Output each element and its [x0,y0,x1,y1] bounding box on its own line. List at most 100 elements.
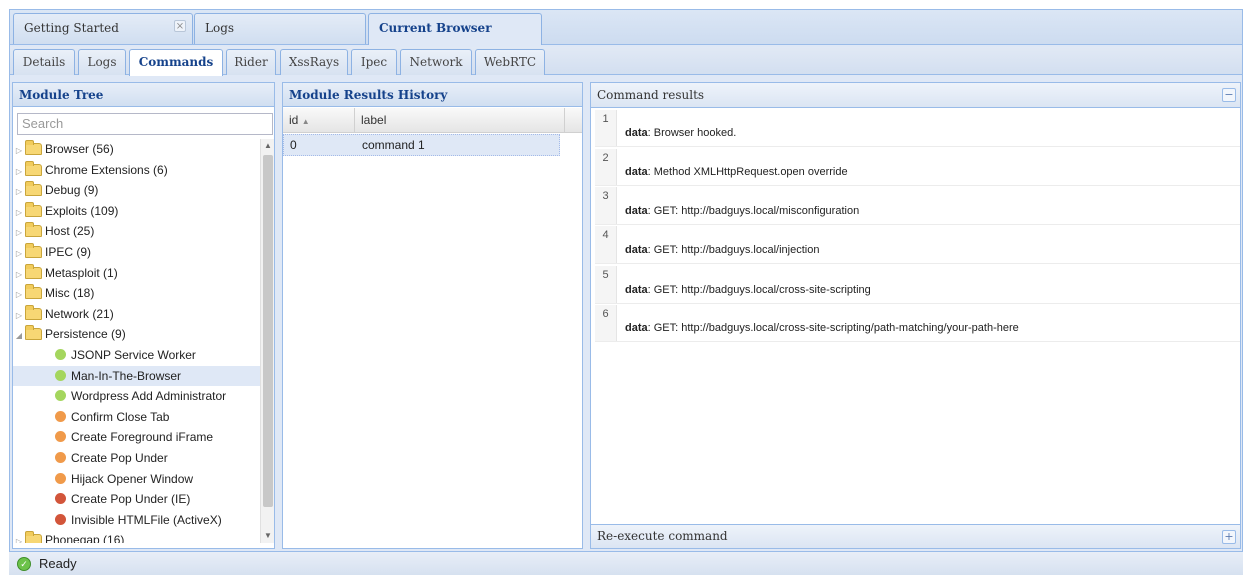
tree-folder[interactable]: ▷ Metasploit (1) [13,263,261,284]
collapsed-arrow-icon[interactable]: ▷ [13,203,25,223]
folder-label: IPEC (9) [45,244,92,259]
tree-folder[interactable]: ▷ Host (25) [13,221,261,242]
tree-folder[interactable]: ▷ Network (21) [13,304,261,325]
tab-rider[interactable]: Rider [226,49,276,75]
status-dot-icon [55,431,66,443]
tree-folder[interactable]: ▷ Phonegap (16) [13,530,261,543]
expand-icon[interactable]: + [1222,530,1236,544]
col-label-header[interactable]: label [355,108,565,133]
result-value: Browser hooked. [653,127,737,139]
status-dot-icon [55,348,66,360]
folder-label: Phonegap (16) [45,533,125,543]
tab-ipec[interactable]: Ipec [351,49,397,75]
module-label: Create Pop Under [71,450,168,465]
result-text: data: Browser hooked. [625,127,737,139]
status-dot-icon [55,513,66,525]
collapse-icon[interactable]: − [1222,88,1236,102]
result-text: data: GET: http://badguys.local/cross-si… [625,284,871,296]
module-tree-panel: Module Tree Search ▷ Browser (56) ▷ Chrome … [12,82,275,549]
module-item[interactable]: Wordpress Add Administrator [13,386,261,407]
result-row: 4 data: GET: http://badguys.local/injecti… [595,226,1240,264]
sub-tab-strip: Details Logs Commands Rider XssRays Ipec… [10,47,1242,76]
history-grid-header: id ▲ label [283,108,582,133]
result-row: 6 data: GET: http://badguys.local/cross-s… [595,305,1240,342]
tab-label: Logs [205,21,235,35]
module-item[interactable]: JSONP Service Worker [13,345,261,366]
reexecute-label: Re-execute command [597,529,728,543]
status-dot-icon [55,410,66,422]
module-item[interactable]: Hijack Opener Window [13,469,261,490]
tree-folder[interactable]: ▷ IPEC (9) [13,242,261,263]
result-row: 3 data: GET: http://badguys.local/misconf… [595,187,1240,225]
tab-getting-started[interactable]: Getting Started × [13,13,193,44]
reexecute-bar[interactable]: Re-execute command + [591,524,1240,548]
module-label: JSONP Service Worker [71,347,196,362]
collapsed-arrow-icon[interactable]: ▷ [13,182,25,202]
collapsed-arrow-icon[interactable]: ▷ [13,306,25,326]
close-icon[interactable]: × [174,20,186,32]
module-item[interactable]: Confirm Close Tab [13,407,261,428]
search-input[interactable]: Search [17,113,273,135]
col-id-header[interactable]: id ▲ [283,108,355,133]
scroll-up-icon[interactable]: ▲ [261,139,274,153]
tree-folder[interactable]: ▷ Browser (56) [13,139,261,160]
status-bar: ✓ Ready [9,551,1243,575]
folder-label: Metasploit (1) [45,265,118,280]
tree-scrollbar[interactable]: ▲ ▼ [260,139,274,543]
tab-current-browser[interactable]: Current Browser [368,13,542,45]
tab-webrtc[interactable]: WebRTC [475,49,545,75]
collapsed-arrow-icon[interactable]: ▷ [13,223,25,243]
result-text: data: GET: http://badguys.local/misconfi… [625,205,860,217]
history-title: Module Results History [283,83,582,107]
collapsed-arrow-icon[interactable]: ▷ [13,162,25,182]
tree-folder[interactable]: ▷ Chrome Extensions (6) [13,160,261,181]
tree-folder[interactable]: ▷ Misc (18) [13,283,261,304]
module-label: Hijack Opener Window [71,471,194,486]
module-item[interactable]: Create Pop Under [13,448,261,469]
tab-logs[interactable]: Logs [78,49,126,75]
tab-xssrays[interactable]: XssRays [280,49,348,75]
tree-folder[interactable]: ◢ Persistence (9) [13,324,261,345]
result-text: data: Method XMLHttpRequest.open overrid… [625,166,848,178]
result-value: GET: http://badguys.local/injection [653,244,820,256]
result-key: data [625,166,648,178]
collapsed-arrow-icon[interactable]: ▷ [13,141,25,161]
collapsed-arrow-icon[interactable]: ▷ [13,265,25,285]
collapsed-arrow-icon[interactable]: ▷ [13,244,25,264]
folder-icon [25,242,42,258]
tab-details[interactable]: Details [13,49,75,75]
command-results-title: Command results [597,88,705,102]
folder-label: Debug (9) [45,183,99,198]
collapsed-arrow-icon[interactable]: ▷ [13,532,25,543]
module-item[interactable]: Create Foreground iFrame [13,427,261,448]
module-item[interactable]: Invisible HTMLFile (ActiveX) [13,510,261,531]
folder-icon [25,531,42,543]
scroll-down-icon[interactable]: ▼ [261,529,274,543]
tab-commands[interactable]: Commands [129,49,223,76]
tree-folder[interactable]: ▷ Exploits (109) [13,201,261,222]
folder-label: Chrome Extensions (6) [45,162,168,177]
tree-folder[interactable]: ▷ Debug (9) [13,180,261,201]
scroll-thumb[interactable] [263,155,273,507]
collapsed-arrow-icon[interactable]: ▷ [13,285,25,305]
folder-icon [25,181,42,197]
folder-icon [25,263,42,279]
table-row[interactable]: 0 command 1 [283,134,560,156]
tab-label: Getting Started [24,21,119,35]
folder-open-icon [25,325,42,341]
folder-label: Browser (56) [45,142,114,156]
tab-logs[interactable]: Logs [194,13,366,44]
tab-network[interactable]: Network [400,49,472,75]
folder-label: Misc (18) [45,286,95,301]
module-item[interactable]: Man-In-The-Browser [13,365,261,387]
col-label-label: label [361,113,387,127]
result-number: 2 [595,149,617,185]
folder-label: Host (25) [45,224,95,239]
beef-window: Getting Started × Logs Current Browser D… [9,9,1243,575]
command-results-header: Command results − [591,83,1240,108]
result-key: data [625,322,648,334]
expanded-arrow-icon[interactable]: ◢ [13,326,25,346]
status-dot-icon [55,493,66,505]
result-row: 1 data: Browser hooked. [595,110,1240,147]
module-item[interactable]: Create Pop Under (IE) [13,489,261,510]
